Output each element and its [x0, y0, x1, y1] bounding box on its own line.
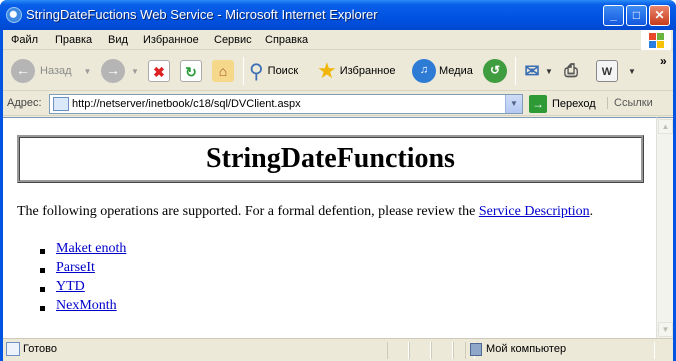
status-text: Готово [23, 343, 57, 355]
intro-end: . [589, 204, 594, 219]
edit-dropdown-icon[interactable]: ▼ [628, 67, 636, 76]
favorites-label: Избранное [339, 65, 396, 77]
status-cell [409, 342, 431, 359]
back-arrow-icon: ← [11, 59, 35, 83]
minimize-button[interactable]: _ [603, 5, 624, 26]
security-zone: Мой компьютер [465, 342, 655, 359]
refresh-button[interactable]: ↻ [180, 56, 202, 86]
list-item: ParseIt [37, 260, 126, 279]
favorites-star-icon: ★ [317, 58, 337, 83]
home-icon: ⌂ [212, 60, 234, 82]
word-edit-icon: W [596, 60, 618, 82]
menu-file[interactable]: Файл [11, 34, 38, 46]
menu-tools[interactable]: Сервис [214, 34, 252, 46]
list-item: Maket enoth [37, 241, 126, 260]
operation-link[interactable]: Maket enoth [56, 241, 126, 256]
address-bar: Адрес: http://netserver/inetbook/c18/sql… [3, 92, 673, 116]
status-cell [431, 342, 453, 359]
back-dropdown-icon[interactable]: ▼ [84, 67, 92, 76]
page-heading: StringDateFunctions [206, 143, 455, 174]
toolbar-more-chevron[interactable]: » [660, 54, 667, 68]
list-item: NexMonth [37, 298, 126, 317]
ie-logo-icon [6, 7, 22, 23]
close-button[interactable]: ✕ [649, 5, 670, 26]
home-button[interactable]: ⌂ [212, 56, 234, 86]
go-button[interactable]: → Переход [529, 95, 596, 113]
links-button[interactable]: Ссылки [607, 97, 653, 109]
operations-list: Maket enoth ParseIt YTD NexMonth [37, 241, 126, 317]
list-item: YTD [37, 279, 126, 298]
menu-view[interactable]: Вид [108, 34, 128, 46]
standard-toolbar: ← Назад ▼ → ▼ ✖ ↻ ⌂ ⚲ Поиск ★ Избранное … [3, 51, 673, 91]
favorites-button[interactable]: ★ Избранное [317, 56, 395, 86]
zone-label: Мой компьютер [486, 343, 567, 355]
back-button[interactable]: ← Назад ▼ [11, 56, 91, 86]
media-button[interactable]: ♫ Медиа [412, 56, 473, 86]
media-label: Медиа [439, 65, 473, 77]
address-url[interactable]: http://netserver/inetbook/c18/sql/DVClie… [72, 98, 301, 110]
go-label: Переход [552, 98, 596, 110]
history-icon: ↺ [483, 59, 507, 83]
operation-link[interactable]: ParseIt [56, 260, 95, 275]
menu-edit[interactable]: Правка [55, 34, 92, 46]
forward-dropdown-icon[interactable]: ▼ [131, 67, 139, 76]
search-icon: ⚲ [249, 60, 264, 83]
menu-favorites[interactable]: Избранное [143, 34, 199, 46]
intro-text: The following operations are supported. … [17, 204, 479, 219]
scroll-up-arrow-icon[interactable]: ▲ [658, 119, 673, 134]
search-button[interactable]: ⚲ Поиск [249, 56, 298, 86]
forward-arrow-icon: → [101, 59, 125, 83]
search-label: Поиск [267, 65, 299, 77]
edit-button[interactable]: W ▼ [596, 56, 636, 86]
page-icon [53, 97, 69, 111]
go-arrow-icon: → [529, 95, 547, 113]
title-bar[interactable]: StringDateFuctions Web Service - Microso… [0, 0, 676, 30]
window-title: StringDateFuctions Web Service - Microso… [26, 7, 378, 22]
status-bar: Готово Мой компьютер [3, 338, 673, 361]
address-dropdown-icon[interactable]: ▼ [505, 95, 522, 113]
operation-link[interactable]: NexMonth [56, 298, 117, 313]
menu-help[interactable]: Справка [265, 34, 308, 46]
vertical-scrollbar[interactable]: ▲ ▼ [656, 117, 673, 338]
status-cell [387, 342, 409, 359]
mail-button[interactable]: ✉ ▼ [521, 56, 553, 86]
address-label: Адрес: [7, 97, 42, 109]
history-button[interactable]: ↺ [483, 56, 507, 86]
mail-dropdown-icon[interactable]: ▼ [545, 67, 553, 76]
refresh-icon: ↻ [180, 60, 202, 82]
forward-button[interactable]: → ▼ [101, 56, 139, 86]
back-label: Назад [40, 65, 72, 77]
stop-button[interactable]: ✖ [148, 56, 170, 86]
page-heading-box: StringDateFunctions [17, 135, 644, 183]
computer-icon [470, 343, 482, 356]
menu-bar: Файл Правка Вид Избранное Сервис Справка [3, 30, 673, 50]
browser-window: StringDateFuctions Web Service - Microso… [0, 0, 676, 361]
service-description-link[interactable]: Service Description [479, 204, 590, 219]
mail-icon: ✉ [524, 61, 540, 81]
window-client-area: Файл Правка Вид Избранное Сервис Справка… [3, 30, 673, 361]
page-done-icon [6, 342, 20, 356]
address-input[interactable]: http://netserver/inetbook/c18/sql/DVClie… [49, 94, 523, 114]
scroll-down-arrow-icon[interactable]: ▼ [658, 322, 673, 337]
print-icon: ⎙ [564, 61, 578, 80]
print-button[interactable]: ⎙ [560, 56, 582, 86]
page-content: StringDateFunctions The following operat… [3, 117, 656, 338]
windows-flag-icon [641, 30, 671, 50]
maximize-button[interactable]: □ [626, 5, 647, 26]
operation-link[interactable]: YTD [56, 279, 85, 294]
toolbar-separator [243, 57, 244, 85]
media-icon: ♫ [412, 59, 436, 83]
intro-paragraph: The following operations are supported. … [17, 204, 593, 220]
stop-icon: ✖ [148, 60, 170, 82]
toolbar-separator [515, 57, 516, 85]
